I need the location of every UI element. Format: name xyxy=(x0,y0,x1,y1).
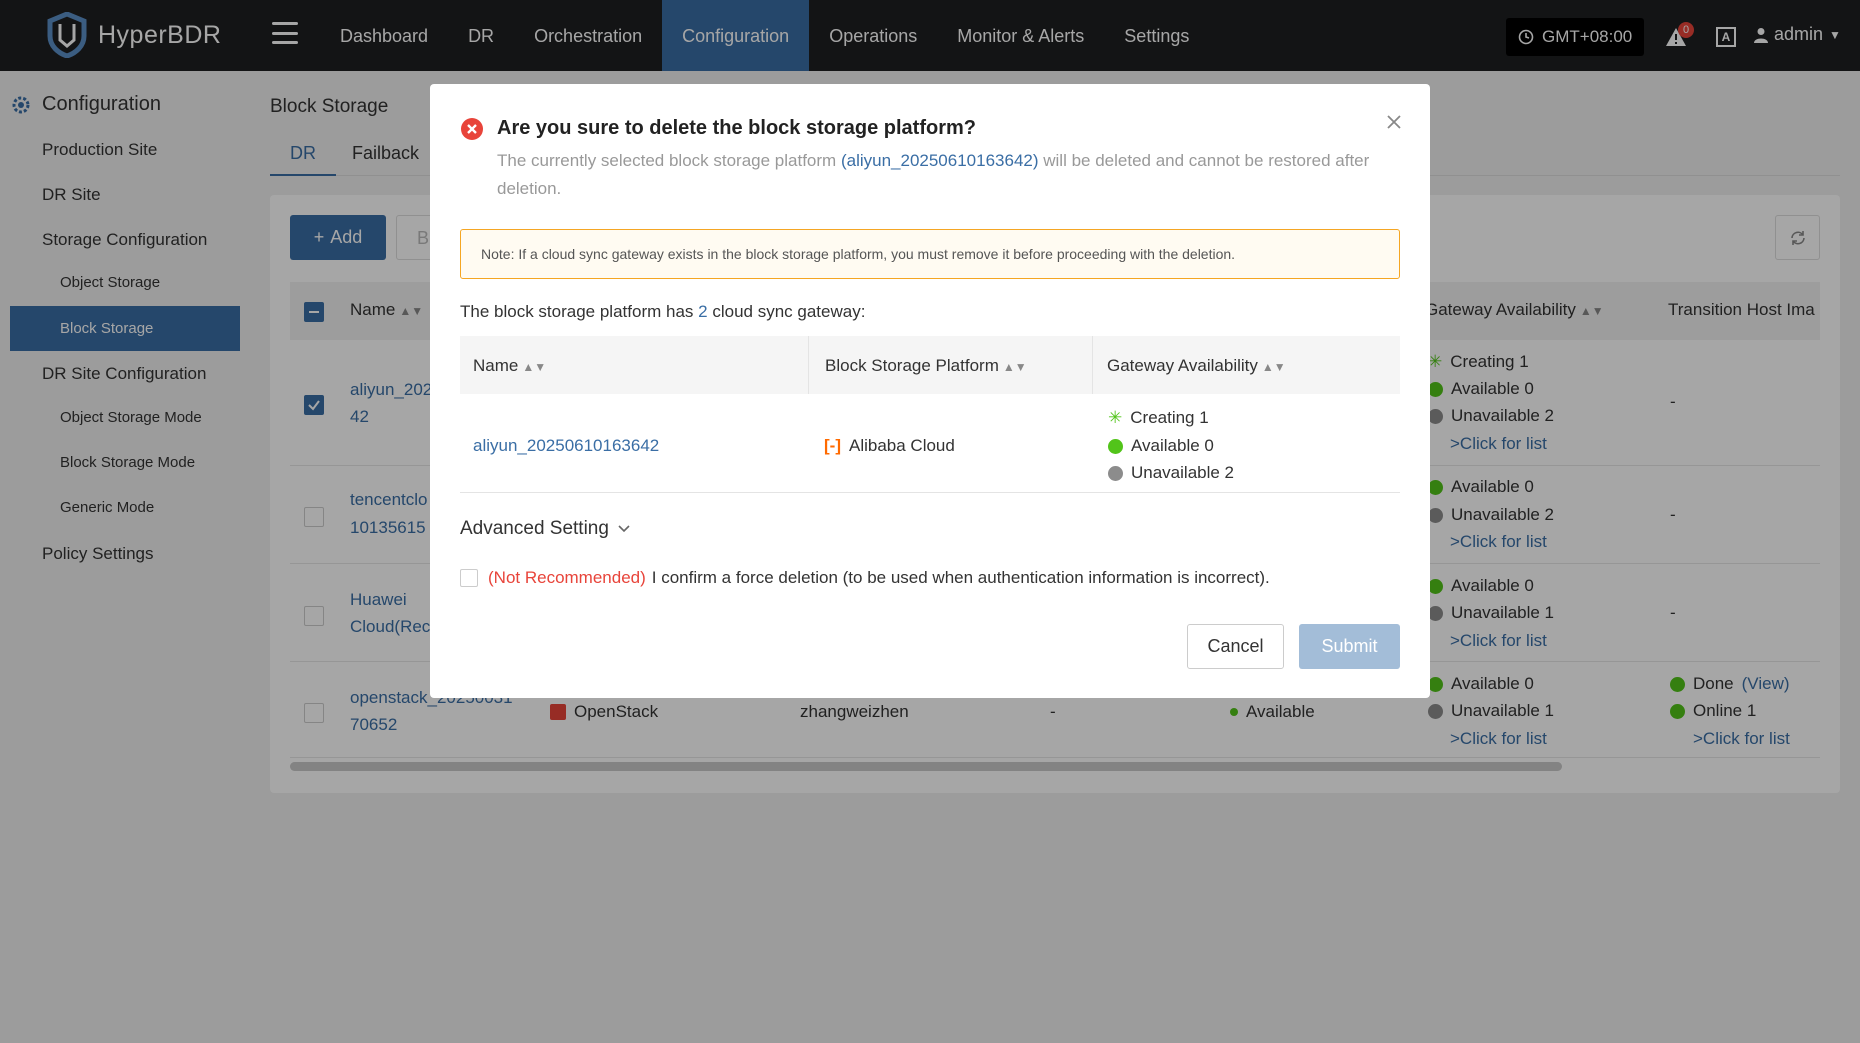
column-divider xyxy=(1092,336,1093,394)
gateway-count-value: 2 xyxy=(698,302,708,321)
gateway-column-header-name[interactable]: Name ▲▼ xyxy=(473,356,546,376)
alibaba-cloud-icon: [-] xyxy=(824,436,841,455)
gateway-row-available-label: Available 0 xyxy=(1131,436,1214,455)
gateway-column-header-platform[interactable]: Block Storage Platform ▲▼ xyxy=(825,356,1027,376)
gateway-row-unavailable-label: Unavailable 2 xyxy=(1131,463,1235,482)
gateway-platform: [-] Alibaba Cloud xyxy=(824,436,955,456)
gateway-column-header-platform-label: Block Storage Platform xyxy=(825,356,999,375)
warning-note: Note: If a cloud sync gateway exists in … xyxy=(460,229,1400,279)
check-circle-icon xyxy=(1108,438,1123,454)
chevron-down-icon xyxy=(618,525,630,533)
gateway-count-suffix: cloud sync gateway: xyxy=(712,302,866,321)
loading-icon: ✳ xyxy=(1108,408,1123,427)
gateway-column-header-name-label: Name xyxy=(473,356,519,375)
platform-name-link[interactable]: (aliyun_20250610163642) xyxy=(841,151,1039,170)
close-icon[interactable] xyxy=(1384,112,1404,132)
force-delete-label: I confirm a force deletion (to be used w… xyxy=(651,568,1270,587)
gateway-platform-label: Alibaba Cloud xyxy=(848,436,955,455)
advanced-setting-toggle[interactable]: Advanced Setting xyxy=(460,518,631,540)
sort-icon: ▲▼ xyxy=(1261,360,1286,374)
sort-icon: ▲▼ xyxy=(522,360,547,374)
gateway-row-available: Available 0 xyxy=(1108,436,1214,456)
gateway-count-text: The block storage platform has 2 cloud s… xyxy=(460,302,865,322)
gateway-row-unavailable: Unavailable 2 xyxy=(1108,463,1234,483)
column-divider xyxy=(808,336,809,394)
gateway-row-creating: ✳ Creating 1 xyxy=(1108,408,1209,428)
not-recommended-label: (Not Recommended) xyxy=(488,568,646,587)
error-icon xyxy=(461,118,483,140)
gateway-row-creating-label: Creating 1 xyxy=(1130,408,1209,427)
force-delete-checkbox[interactable] xyxy=(460,569,478,587)
submit-button[interactable]: Submit xyxy=(1299,624,1400,669)
gateway-count-prefix: The block storage platform has xyxy=(460,302,694,321)
close-circle-icon xyxy=(1108,465,1123,481)
cancel-button[interactable]: Cancel xyxy=(1187,624,1284,669)
gateway-row-divider xyxy=(460,492,1400,493)
force-delete-option[interactable]: (Not Recommended) I confirm a force dele… xyxy=(460,568,1270,588)
dialog-description-prefix: The currently selected block storage pla… xyxy=(497,151,837,170)
gateway-name-link[interactable]: aliyun_20250610163642 xyxy=(473,436,659,456)
dialog-title: Are you sure to delete the block storage… xyxy=(497,117,976,139)
gateway-column-header-gateway[interactable]: Gateway Availability ▲▼ xyxy=(1107,356,1286,376)
gateway-column-header-gateway-label: Gateway Availability xyxy=(1107,356,1258,375)
dialog-description: The currently selected block storage pla… xyxy=(497,147,1397,203)
advanced-setting-label: Advanced Setting xyxy=(460,518,609,539)
sort-icon: ▲▼ xyxy=(1002,360,1027,374)
